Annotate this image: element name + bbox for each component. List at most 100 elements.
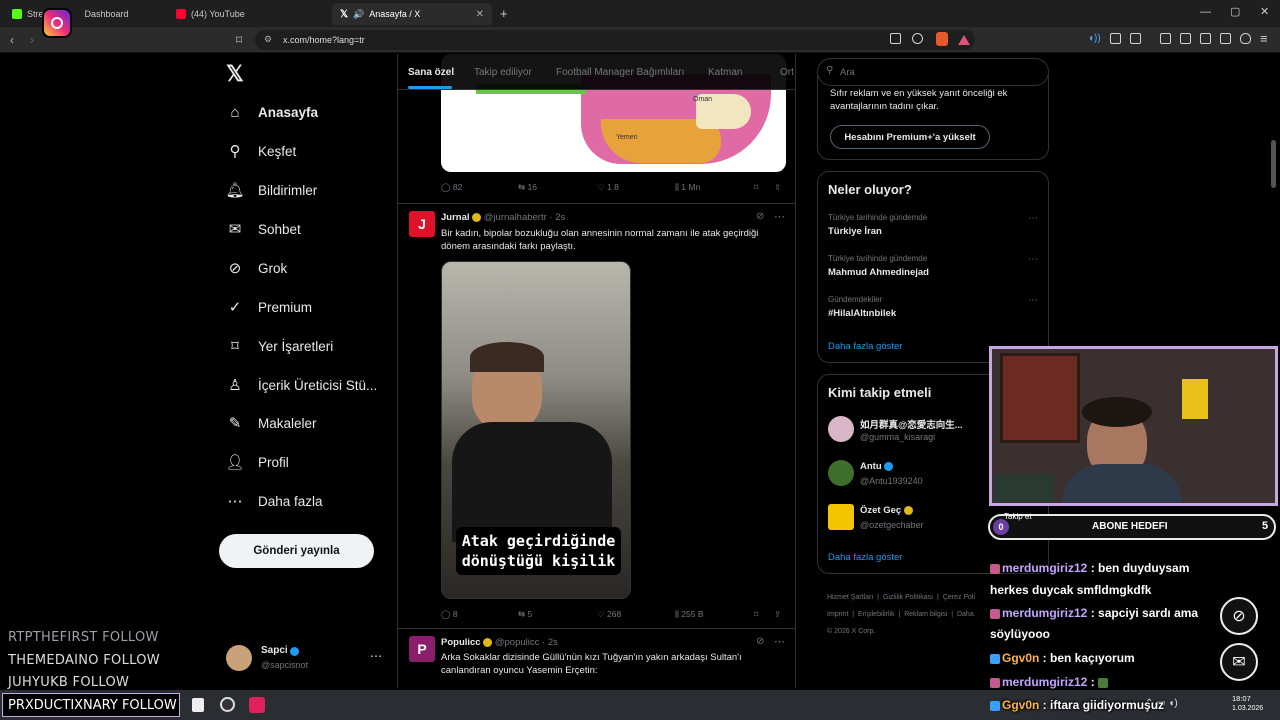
tab-youtube[interactable]: (44) YouTube	[168, 3, 328, 25]
tab-stream-dashboard[interactable]: Stre Dashboard	[4, 3, 164, 25]
verified-icon	[483, 637, 493, 647]
nav-premium[interactable]: ✓ Premium	[226, 294, 312, 320]
screenshot-icon[interactable]	[1130, 33, 1141, 44]
like-button[interactable]: ♡ 268	[597, 609, 621, 620]
sidebar-icon[interactable]	[1180, 33, 1191, 44]
repost-button[interactable]: ⇆ 5	[518, 609, 532, 620]
wallet-icon[interactable]	[1200, 33, 1211, 44]
bookmark-page-icon[interactable]: ⌑	[236, 33, 242, 47]
grok-icon: ⊘	[228, 260, 242, 277]
account-switcher[interactable]: Sapci @sapcisnot ⋯	[226, 643, 386, 675]
new-tab-icon[interactable]: +	[500, 6, 508, 21]
chat-message: merdumgiriz12 :	[990, 675, 1110, 689]
forward-icon[interactable]: ›	[30, 33, 34, 47]
grok-icon[interactable]: ⊘	[756, 211, 764, 222]
youtube-icon	[176, 9, 186, 19]
nav-creator-studio[interactable]: ♙ İçerik Üreticisi Stü...	[226, 372, 377, 398]
nav-grok[interactable]: ⊘ Grok	[226, 255, 288, 281]
brave-rewards-icon[interactable]	[958, 35, 970, 45]
trend-more-icon[interactable]: ⋯	[1028, 213, 1038, 224]
ai-icon[interactable]	[1220, 33, 1231, 44]
share-icon[interactable]: ⇪	[774, 609, 781, 620]
menu-icon[interactable]: ≡	[1260, 31, 1268, 46]
share-icon[interactable]: ⇪	[774, 182, 781, 193]
views-button[interactable]: ⫼ 255 B	[675, 609, 704, 620]
tab-ort[interactable]: Ort	[780, 67, 794, 78]
who-show-more-link[interactable]: Daha fazla göster	[828, 552, 902, 563]
nav-bookmarks[interactable]: ⌑ Yer İşaretleri	[226, 333, 333, 359]
avatar[interactable]	[828, 460, 854, 486]
avatar[interactable]	[828, 416, 854, 442]
trend-item[interactable]: Türkiye İran	[828, 226, 882, 237]
tab-for-you[interactable]: Sana özel	[408, 67, 454, 78]
bell-icon: 🔔︎	[225, 182, 245, 199]
tweet[interactable]: J Jurnal @jurnalhabertr · 2s ⊘ ⋯ Bir kad…	[398, 205, 795, 629]
tab-katman[interactable]: Katman	[708, 67, 742, 78]
nav-articles[interactable]: ✎ Makaleler	[226, 410, 317, 436]
reply-button[interactable]: ◯ 82	[441, 182, 462, 193]
trend-more-icon[interactable]: ⋯	[1028, 295, 1038, 306]
footer-links: Hizmet Şartları | Gizlilik Politikası | …	[827, 594, 975, 635]
like-button[interactable]: ♡ 1 8	[597, 182, 619, 193]
instagram-icon	[42, 8, 72, 38]
close-tab-icon[interactable]: ✕	[476, 9, 484, 20]
maximize-icon[interactable]: ▢	[1230, 5, 1240, 18]
post-button[interactable]: Gönderi yayınla	[219, 534, 374, 568]
trend-item[interactable]: Mahmud Ahmedinejad	[828, 267, 929, 278]
minimize-icon[interactable]: —	[1200, 6, 1211, 18]
tweet-actions: ◯ 82 ⇆ 16 ♡ 1 8 ⫼ 1 Mn ⌑ ⇪	[441, 182, 786, 196]
nav-explore[interactable]: ⚲ Keşfet	[226, 138, 297, 164]
nav-notifications[interactable]: 🔔︎ Bildirimler	[225, 177, 317, 203]
extensions-icon[interactable]	[1110, 33, 1121, 44]
app-icon[interactable]	[249, 697, 265, 713]
upgrade-premium-button[interactable]: Hesabını Premium+'a yükselt	[830, 125, 990, 149]
trend-item[interactable]: #HilalAltınbilek	[828, 308, 896, 319]
audio-icon[interactable]: ◖))	[1088, 33, 1101, 44]
chat-message: merdumgiriz12 : sapciyi sardı ama	[990, 606, 1198, 620]
tweet-video[interactable]: Atak geçirdiğinde dönüştüğü kişilik	[441, 261, 631, 599]
file-icon[interactable]	[192, 698, 204, 712]
trend-more-icon[interactable]: ⋯	[1028, 254, 1038, 265]
grok-float-icon[interactable]: ⊘	[1220, 597, 1258, 635]
more-icon: ⋯	[227, 493, 243, 510]
account-more-icon[interactable]: ⋯	[370, 649, 382, 663]
grok-icon[interactable]: ⊘	[756, 636, 764, 647]
back-icon[interactable]: ‹	[10, 33, 14, 47]
share-icon[interactable]	[912, 33, 923, 44]
repost-button[interactable]: ⇆ 16	[518, 182, 537, 193]
views-button[interactable]: ⫼ 1 Mn	[675, 182, 700, 193]
site-info-icon[interactable]: ⚙	[264, 34, 272, 45]
brave-shield-icon[interactable]	[936, 32, 948, 46]
tweet[interactable]: P Populicc @populicc · 2s ⊘ ⋯ Arka Sokak…	[398, 630, 795, 688]
tweet-text: Arka Sokaklar dizisinde Güllü'nün kızı T…	[441, 652, 742, 676]
nav-chat[interactable]: ✉ Sohbet	[226, 216, 301, 242]
search-icon: ⚲	[229, 143, 241, 160]
avatar[interactable]	[828, 504, 854, 530]
nav-more[interactable]: ⋯ Daha fazla	[226, 488, 323, 514]
tab-following[interactable]: Takip ediliyor	[474, 67, 532, 78]
avatar[interactable]: J	[409, 211, 435, 237]
obs-icon[interactable]	[220, 697, 235, 712]
more-options-icon[interactable]: ⋯	[774, 210, 785, 223]
tab-football-manager[interactable]: Football Manager Bağımlıları	[556, 67, 684, 78]
avatar[interactable]: P	[409, 636, 435, 662]
bookmark-icon[interactable]: ⌑	[754, 182, 758, 193]
bookmark-icon[interactable]: ⌑	[754, 609, 758, 620]
trends-show-more-link[interactable]: Daha fazla göster	[828, 341, 902, 352]
messages-float-icon[interactable]: ✉	[1220, 643, 1258, 681]
nav-home[interactable]: ⌂ Anasayfa	[226, 99, 318, 125]
tab-x-home[interactable]: 𝕏 🔊 Anasayfa / X ✕	[332, 3, 492, 25]
chat-message: Ggv0n : iftara giidiyormuşuz	[990, 698, 1164, 712]
url-field[interactable]: ⚙ x.com/home?lang=tr	[255, 30, 975, 50]
x-logo-icon[interactable]: 𝕏	[226, 61, 244, 87]
close-window-icon[interactable]: ✕	[1260, 5, 1269, 18]
reply-button[interactable]: ◯ 8	[441, 609, 458, 620]
nav-profile[interactable]: 👤︎ Profil	[225, 449, 288, 475]
cast-icon[interactable]	[890, 33, 901, 44]
badge-icon	[990, 700, 1000, 711]
vpn-icon[interactable]	[1240, 33, 1251, 44]
page-scrollbar[interactable]	[1271, 140, 1276, 188]
more-options-icon[interactable]: ⋯	[774, 635, 785, 648]
bookmark-icon: ⌑	[231, 338, 239, 355]
media-icon[interactable]	[1160, 33, 1171, 44]
